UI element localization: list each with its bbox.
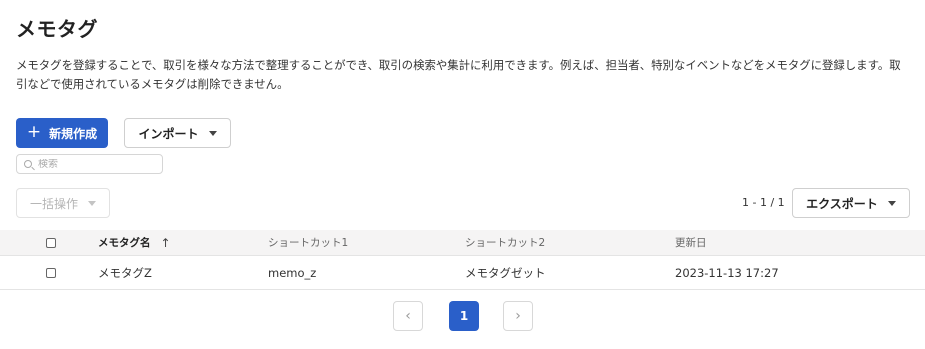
column-header-shortcut1[interactable]: ショートカット1 <box>268 230 348 255</box>
new-button-label: 新規作成 <box>49 126 98 141</box>
new-button[interactable]: + 新規作成 <box>16 118 108 148</box>
result-count: 1 - 1 / 1 <box>742 196 785 209</box>
bulk-action-label: 一括操作 <box>29 196 78 211</box>
page-1-button[interactable]: 1 <box>449 301 479 331</box>
shortcut2-value: メモタグゼット <box>465 265 546 280</box>
chevron-down-icon <box>887 200 896 206</box>
import-button-label: インポート <box>138 126 199 141</box>
export-button-label: エクスポート <box>806 196 878 211</box>
column-header-shortcut2[interactable]: ショートカット2 <box>465 230 545 255</box>
search-input[interactable] <box>38 158 158 170</box>
search-icon <box>24 160 32 168</box>
bulk-action-button[interactable]: 一括操作 <box>16 188 110 218</box>
table-row[interactable]: メモタグZ memo_z メモタグゼット 2023-11-13 17:27 <box>0 256 925 290</box>
page-title: メモタグ <box>16 17 98 41</box>
select-all-checkbox[interactable] <box>46 237 56 248</box>
shortcut1-value: memo_z <box>268 265 317 280</box>
prev-page-button[interactable]: ‹ <box>393 301 423 331</box>
memo-tag-name[interactable]: メモタグZ <box>98 256 152 289</box>
sort-asc-icon: ↑ <box>160 235 171 250</box>
updated-date-value: 2023-11-13 17:27 <box>675 265 779 280</box>
row-select-cell <box>46 256 56 289</box>
next-page-button[interactable]: › <box>503 301 533 331</box>
chevron-down-icon <box>208 130 217 136</box>
chevron-right-icon: › <box>515 308 521 324</box>
column-header-name[interactable]: メモタグ名 ↑ <box>98 230 171 255</box>
chevron-left-icon: ‹ <box>405 308 411 324</box>
column-header-updated[interactable]: 更新日 <box>675 230 707 255</box>
search-box[interactable] <box>16 154 163 174</box>
plus-icon: + <box>26 122 42 142</box>
page-description: メモタグを登録することで、取引を様々な方法で整理することができ、取引の検索や集計… <box>16 58 901 91</box>
select-all-cell <box>46 230 56 255</box>
chevron-down-icon <box>88 200 96 206</box>
export-button[interactable]: エクスポート <box>792 188 910 218</box>
import-button[interactable]: インポート <box>124 118 231 148</box>
row-checkbox[interactable] <box>46 267 56 278</box>
column-header-name-label: メモタグ名 <box>98 237 151 249</box>
table-header: メモタグ名 ↑ ショートカット1 ショートカット2 更新日 <box>0 230 925 256</box>
